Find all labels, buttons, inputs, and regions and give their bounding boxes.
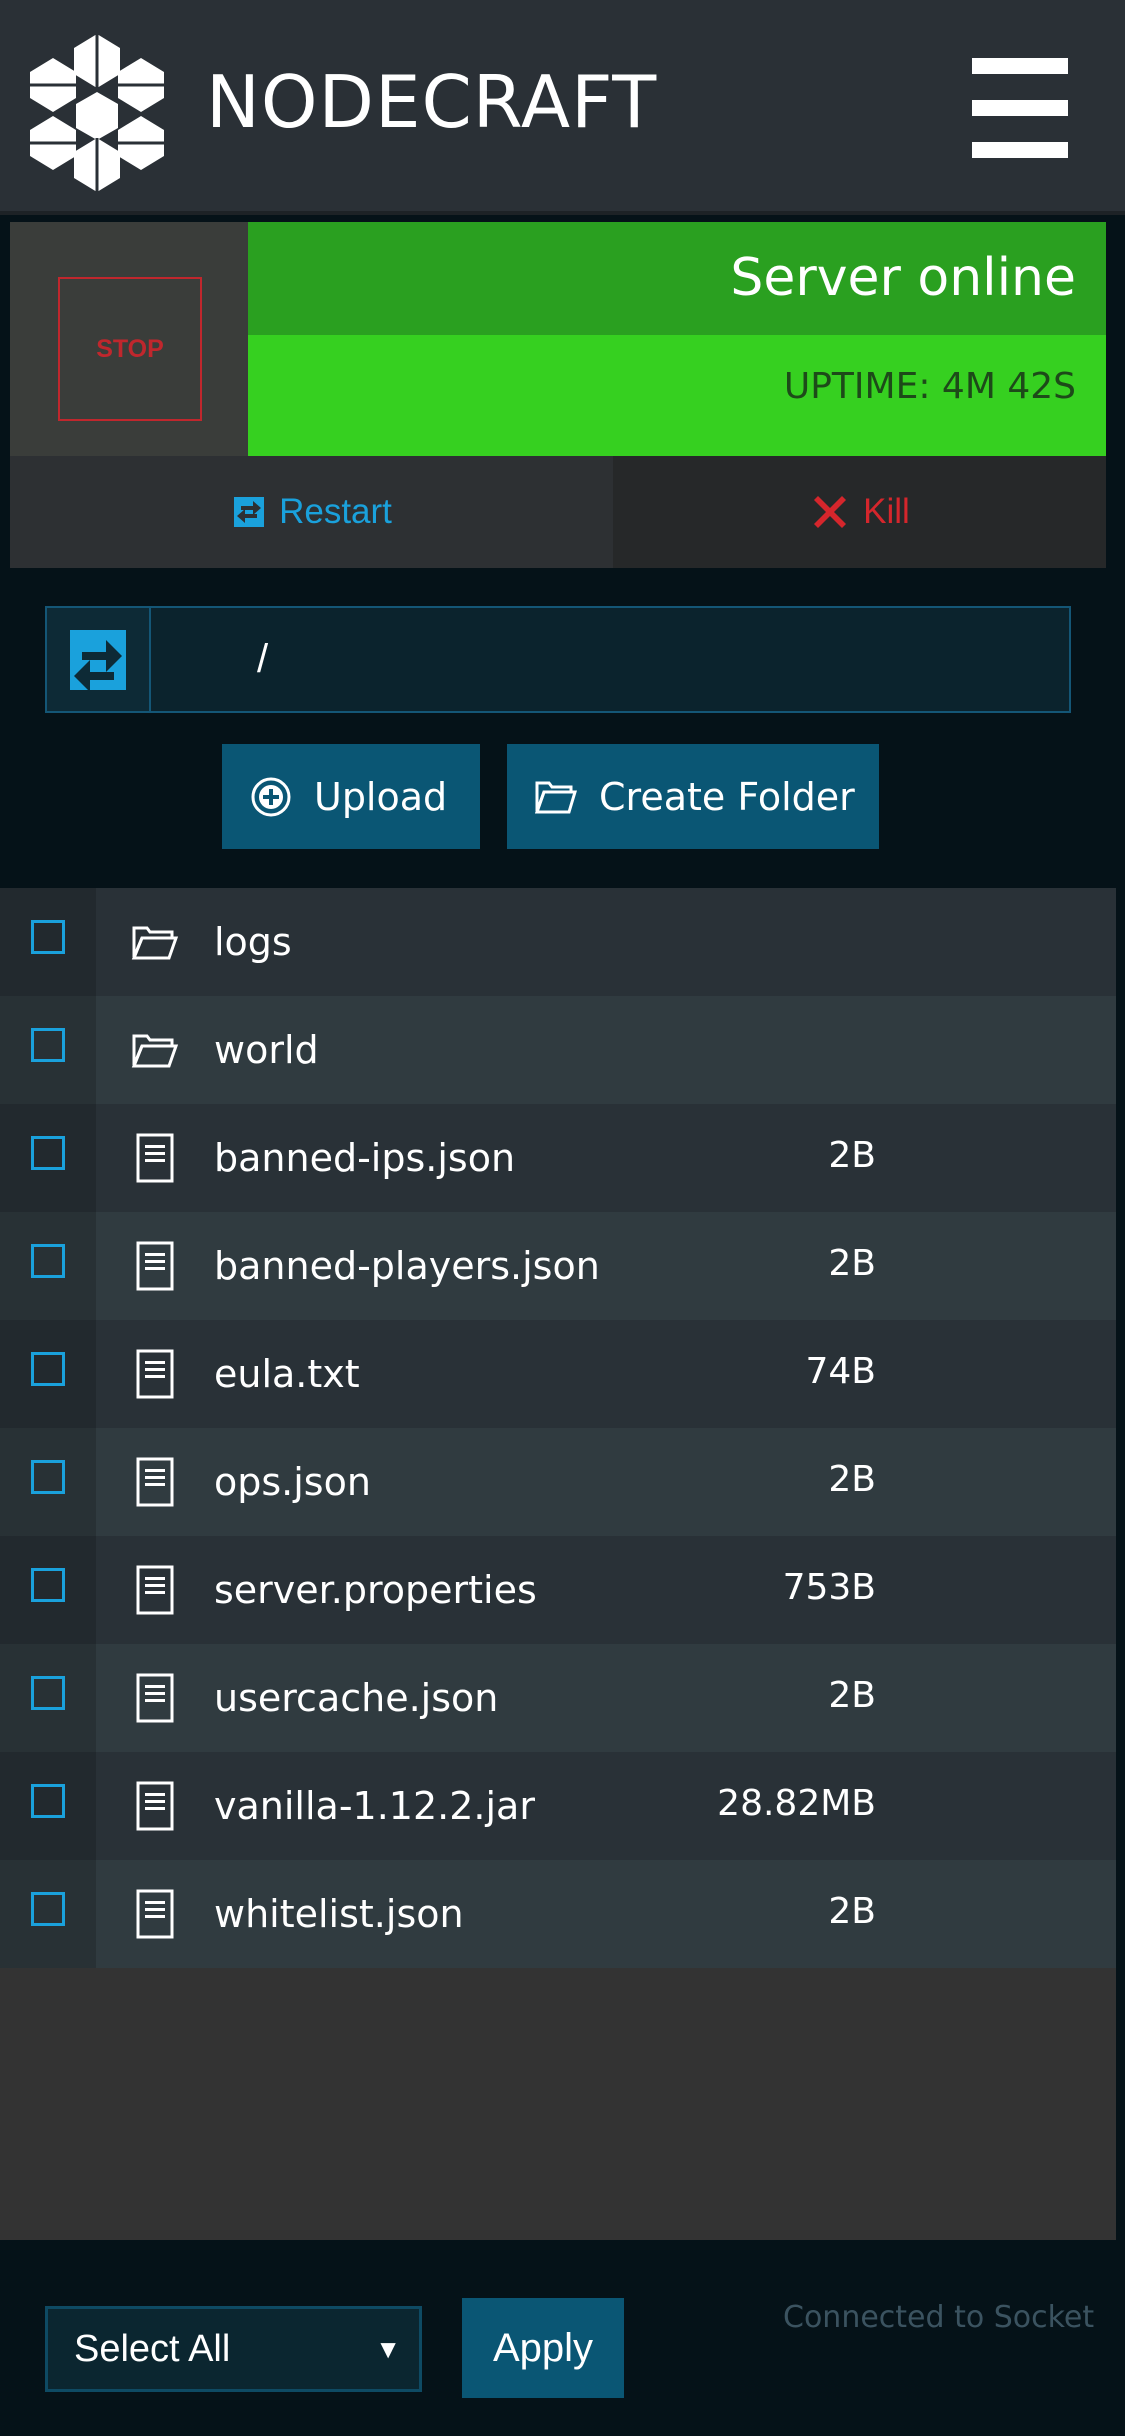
file-name: usercache.json — [214, 1676, 499, 1720]
file-name: logs — [214, 920, 292, 964]
close-icon — [814, 496, 847, 528]
file-name: whitelist.json — [214, 1892, 464, 1936]
checkbox-cell — [0, 1752, 96, 1860]
menu-bar — [972, 142, 1068, 158]
row-checkbox[interactable] — [31, 1136, 65, 1170]
bulk-select-dropdown[interactable]: Select All ▼ — [45, 2306, 422, 2392]
create-folder-label: Create Folder — [599, 774, 855, 819]
file-name: vanilla-1.12.2.jar — [214, 1784, 535, 1828]
row-checkbox[interactable] — [31, 1784, 65, 1818]
file-size: 753B — [782, 1566, 876, 1608]
refresh-path-button[interactable] — [47, 608, 151, 711]
file-name: ops.json — [214, 1460, 371, 1504]
stop-button[interactable]: STOP — [58, 277, 202, 421]
file-name: eula.txt — [214, 1352, 360, 1396]
row-checkbox[interactable] — [31, 1568, 65, 1602]
checkbox-cell — [0, 1428, 96, 1536]
file-size: 2B — [828, 1458, 876, 1500]
file-size: 74B — [805, 1350, 876, 1392]
file-icon — [96, 1212, 214, 1320]
restart-icon — [234, 497, 265, 527]
row-checkbox[interactable] — [31, 920, 65, 954]
file-row-whitelist[interactable]: whitelist.json 2B — [0, 1860, 1116, 1968]
folder-icon — [96, 888, 214, 996]
file-icon — [96, 1536, 214, 1644]
row-checkbox[interactable] — [31, 1676, 65, 1710]
path-bar — [45, 606, 1071, 713]
file-name: banned-ips.json — [214, 1136, 516, 1180]
kill-button[interactable]: Kill — [613, 456, 1106, 568]
upload-label: Upload — [314, 774, 448, 819]
menu-bar — [972, 58, 1068, 74]
upload-plus-icon — [251, 777, 291, 816]
row-checkbox[interactable] — [31, 1892, 65, 1926]
file-row-usercache[interactable]: usercache.json 2B — [0, 1644, 1116, 1752]
brand-name: NODECRAFT — [206, 60, 658, 144]
row-checkbox[interactable] — [31, 1352, 65, 1386]
restart-button[interactable]: Restart — [10, 456, 613, 568]
file-icon — [96, 1752, 214, 1860]
checkbox-cell — [0, 1536, 96, 1644]
file-size: 2B — [828, 1134, 876, 1176]
file-row-banned-ips[interactable]: banned-ips.json 2B — [0, 1104, 1116, 1212]
path-input[interactable] — [153, 608, 1069, 711]
row-checkbox[interactable] — [31, 1244, 65, 1278]
checkbox-cell — [0, 1860, 96, 1968]
file-icon — [96, 1860, 214, 1968]
checkbox-cell — [0, 888, 96, 996]
file-size: 28.82MB — [717, 1782, 876, 1824]
server-status-panel: STOP Server online UPTIME: 4M 42S Restar… — [10, 222, 1106, 568]
file-row-world[interactable]: world — [0, 996, 1116, 1104]
file-icon — [96, 1320, 214, 1428]
nodecraft-logo-icon — [30, 34, 164, 192]
stop-cell: STOP — [10, 222, 248, 456]
folder-icon — [96, 996, 214, 1104]
file-icon — [96, 1644, 214, 1752]
file-row-ops[interactable]: ops.json 2B — [0, 1428, 1116, 1536]
row-checkbox[interactable] — [31, 1028, 65, 1062]
file-row-eula[interactable]: eula.txt 74B — [0, 1320, 1116, 1428]
file-name: server.properties — [214, 1568, 537, 1612]
checkbox-cell — [0, 1644, 96, 1752]
bulk-select-value: Select All — [74, 2328, 231, 2370]
restart-label: Restart — [279, 492, 392, 531]
create-folder-button[interactable]: Create Folder — [507, 744, 879, 849]
apply-button[interactable]: Apply — [462, 2298, 624, 2398]
menu-bar — [972, 100, 1068, 116]
file-list-empty-area — [0, 1968, 1116, 2240]
uptime-text: UPTIME: 4M 42S — [248, 335, 1106, 456]
server-status-text: Server online — [248, 222, 1106, 335]
app-header: NODECRAFT — [0, 0, 1125, 215]
refresh-icon — [70, 629, 126, 692]
row-checkbox[interactable] — [31, 1460, 65, 1494]
file-row-banned-players[interactable]: banned-players.json 2B — [0, 1212, 1116, 1320]
file-name: world — [214, 1028, 319, 1072]
bulk-actions-footer: Select All ▼ Apply Connected to Socket — [0, 2240, 1125, 2436]
folder-open-icon — [535, 781, 577, 813]
checkbox-cell — [0, 1212, 96, 1320]
file-list: logs world banned-ips.json 2B banned-pla… — [0, 888, 1116, 1968]
file-icon — [96, 1428, 214, 1536]
file-size: 2B — [828, 1890, 876, 1932]
file-size: 2B — [828, 1674, 876, 1716]
dropdown-arrow-icon: ▼ — [375, 2334, 401, 2364]
file-name: banned-players.json — [214, 1244, 600, 1288]
kill-label: Kill — [863, 492, 910, 531]
checkbox-cell — [0, 1104, 96, 1212]
checkbox-cell — [0, 1320, 96, 1428]
file-row-vanilla-jar[interactable]: vanilla-1.12.2.jar 28.82MB — [0, 1752, 1116, 1860]
hamburger-menu-button[interactable] — [972, 58, 1068, 158]
file-row-server-properties[interactable]: server.properties 753B — [0, 1536, 1116, 1644]
file-row-logs[interactable]: logs — [0, 888, 1116, 996]
file-icon — [96, 1104, 214, 1212]
upload-button[interactable]: Upload — [222, 744, 480, 849]
checkbox-cell — [0, 996, 96, 1104]
socket-status-text: Connected to Socket — [783, 2300, 1095, 2335]
file-size: 2B — [828, 1242, 876, 1284]
